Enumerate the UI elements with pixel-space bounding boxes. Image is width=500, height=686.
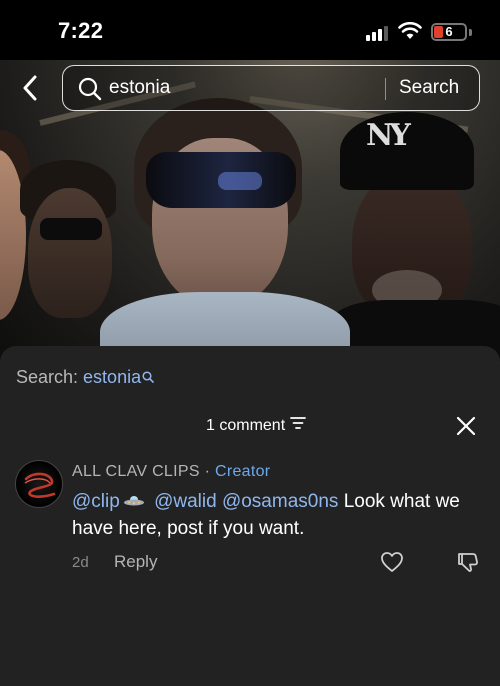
wifi-icon [398, 21, 422, 45]
search-button[interactable]: Search [399, 77, 459, 99]
close-button[interactable] [454, 414, 478, 438]
battery-icon: 6 [431, 23, 467, 41]
creator-badge: Creator [214, 463, 271, 480]
chevron-left-icon [23, 75, 37, 101]
search-suggestion-term: estonia [83, 367, 142, 387]
search-icon [78, 77, 102, 106]
comment-count-sort[interactable]: 1 comment [206, 416, 307, 435]
ufo-emoji-icon [123, 488, 145, 515]
like-button[interactable] [380, 550, 404, 574]
cellular-signal-icon [366, 26, 388, 41]
status-bar: 7:22 6 [0, 0, 500, 60]
mention-link[interactable]: @clip [72, 491, 120, 512]
author-separator: · [204, 463, 211, 480]
close-icon [456, 416, 476, 436]
comment-author[interactable]: ALL CLAV CLIPS [72, 463, 200, 480]
search-suggestion-prefix: Search: [16, 367, 84, 387]
dislike-button[interactable] [456, 550, 480, 574]
comment-age: 2d [72, 554, 89, 571]
search-suggestion-link[interactable]: Search: estonia [16, 367, 154, 388]
status-time: 7:22 [58, 18, 104, 43]
back-button[interactable] [16, 72, 44, 104]
filter-icon [290, 416, 307, 435]
search-input[interactable] [109, 75, 379, 101]
mention-link[interactable]: @osamas0ns [222, 491, 338, 512]
mention-link[interactable]: @walid [154, 491, 217, 512]
search-divider [385, 78, 386, 100]
comment-text: @clip @walid @osamas0ns Look what we hav… [72, 488, 492, 542]
comment-count: 1 comment [206, 416, 286, 434]
thumbs-down-icon [458, 553, 478, 572]
search-bar[interactable]: Search [62, 65, 480, 111]
comment-author-line: ALL CLAV CLIPS · Creator [72, 463, 270, 481]
reply-button[interactable]: Reply [114, 552, 157, 572]
comments-sheet: Search: estonia 1 comment ALL CLAV CLIPS… [0, 346, 500, 686]
battery-level: 6 [445, 24, 453, 39]
heart-icon [381, 552, 403, 572]
avatar[interactable] [15, 460, 63, 508]
search-icon [142, 367, 154, 388]
